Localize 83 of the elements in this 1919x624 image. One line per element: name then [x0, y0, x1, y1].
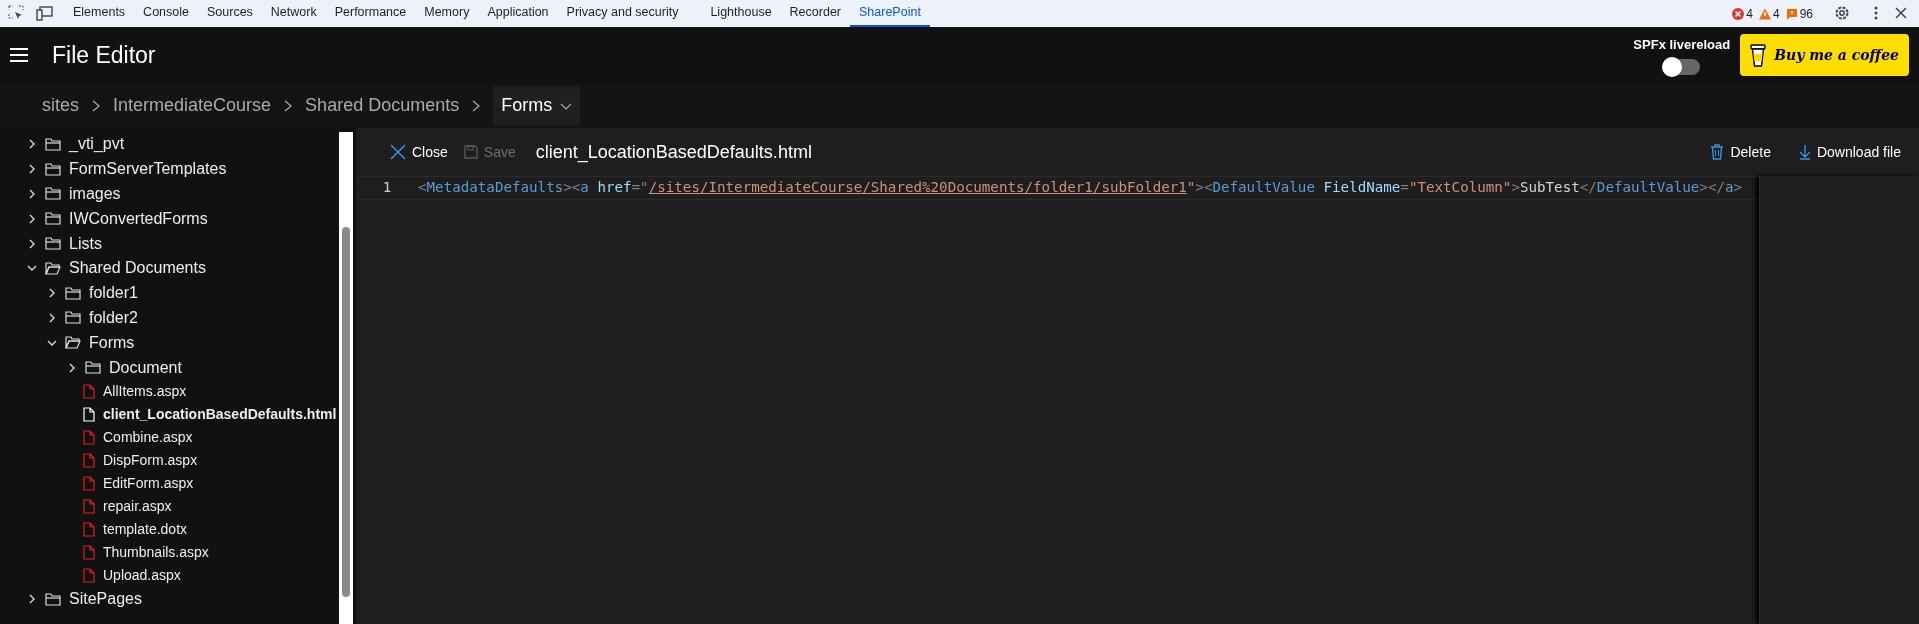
save-icon	[463, 145, 478, 159]
coffee-button[interactable]: Buy me a coffee	[1740, 34, 1909, 76]
chevron-right-icon[interactable]	[27, 164, 37, 175]
chevron-right-icon[interactable]	[27, 238, 37, 249]
livereload-label: SPFx livereload	[1633, 36, 1731, 55]
cup-icon	[1750, 42, 1767, 68]
chevron-right-icon[interactable]	[27, 213, 37, 224]
chevron-right-icon[interactable]	[47, 288, 57, 299]
close-icon	[390, 144, 406, 160]
devtools-tab[interactable]: Console	[134, 0, 198, 27]
error-icon	[1732, 7, 1745, 20]
inspect-icon[interactable]	[8, 5, 24, 21]
info-icon	[1785, 7, 1798, 20]
folder-icon	[85, 361, 101, 375]
tree-item[interactable]: Forms	[0, 330, 356, 356]
tree-item[interactable]: Combine.aspx	[0, 425, 356, 449]
open-folder-icon	[65, 336, 81, 350]
code-line: <MetadataDefaults><a href="/sites/IntermediateCourse/Shared%20Documents/folder1/subFolder1"><DefaultValue FieldName="TextColumn">SubTest</DefaultValue></a>	[418, 178, 1743, 198]
breadcrumb-item[interactable]: sites	[42, 86, 79, 125]
folder-icon	[45, 212, 61, 226]
download-button[interactable]: Download file	[1794, 141, 1905, 163]
scrollbar-thumb[interactable]	[342, 227, 350, 597]
folder-icon	[45, 137, 61, 151]
app-title: File Editor	[52, 40, 156, 70]
devtools-tab[interactable]: Application	[478, 0, 558, 27]
tree-item[interactable]: Thumbnails.aspx	[0, 540, 356, 564]
tree-item[interactable]: Document	[0, 355, 356, 380]
tree-item[interactable]: Lists	[0, 231, 356, 256]
devtools-tab[interactable]: Network	[261, 0, 326, 27]
tree-item[interactable]: folder1	[0, 280, 356, 306]
settings-icon[interactable]	[1833, 4, 1851, 22]
device-toolbar-icon[interactable]	[36, 5, 54, 21]
warning-icon	[1758, 7, 1771, 20]
scrollbar[interactable]	[339, 132, 353, 624]
tree-item[interactable]: EditForm.aspx	[0, 471, 356, 495]
menu-icon[interactable]	[10, 47, 28, 63]
delete-button[interactable]: Delete	[1706, 141, 1775, 163]
devtools-tab[interactable]: Lighthouse	[701, 0, 781, 27]
breadcrumb-item[interactable]: IntermediateCourse	[113, 86, 272, 125]
breadcrumb-item[interactable]: Forms	[493, 86, 581, 125]
breadcrumb-item[interactable]: Shared Documents	[305, 86, 460, 125]
warning-count: 4	[1772, 5, 1780, 23]
tree-item[interactable]: images	[0, 181, 356, 207]
devtools-tab[interactable]: Privacy and security	[557, 0, 688, 27]
chevron-right-icon[interactable]	[27, 189, 37, 199]
folder-icon	[45, 592, 61, 606]
chevron-right-icon[interactable]	[47, 312, 57, 323]
devtools-tab[interactable]: Sources	[198, 0, 262, 27]
tree-item[interactable]: folder2	[0, 305, 356, 331]
file-name: client_LocationBasedDefaults.html	[535, 140, 812, 165]
tree-item[interactable]: DispForm.aspx	[0, 448, 356, 472]
tree-item[interactable]: client_LocationBasedDefaults.html	[0, 402, 356, 426]
tree-item[interactable]: SitePages	[0, 586, 356, 612]
folder-icon	[65, 286, 81, 300]
error-count: 4	[1746, 5, 1753, 23]
tree-item[interactable]: repair.aspx	[0, 494, 356, 518]
folder-icon	[45, 187, 61, 201]
tree-item[interactable]: Upload.aspx	[0, 563, 356, 587]
more-icon[interactable]	[1873, 5, 1879, 21]
devtools-tab[interactable]: Recorder	[780, 0, 850, 27]
folder-icon	[45, 237, 61, 251]
folder-icon	[45, 162, 61, 176]
devtools-tab[interactable]: Memory	[415, 0, 479, 27]
line-number: 1	[381, 178, 393, 198]
download-icon	[1798, 144, 1811, 160]
tree-item[interactable]: Shared Documents	[0, 256, 356, 281]
chevron-right-icon[interactable]	[67, 362, 77, 373]
close-icon[interactable]	[1895, 7, 1907, 19]
open-folder-icon	[45, 261, 61, 275]
tree-item[interactable]: template.dotx	[0, 517, 356, 541]
tree-item[interactable]: FormServerTemplates	[0, 156, 356, 182]
folder-icon	[65, 311, 81, 325]
chevron-right-icon[interactable]	[27, 594, 37, 605]
devtools-tab[interactable]: Performance	[325, 0, 416, 27]
livereload-toggle[interactable]	[1663, 58, 1700, 75]
tree-item[interactable]: IWConvertedForms	[0, 206, 356, 232]
close-button[interactable]: Close	[386, 141, 452, 163]
chevron-right-icon[interactable]	[27, 139, 37, 150]
trash-icon	[1710, 144, 1725, 160]
devtools-tab[interactable]: Elements	[64, 0, 135, 27]
tree-item[interactable]: AllItems.aspx	[0, 379, 356, 403]
tree-item[interactable]: _vti_pvt	[0, 132, 356, 157]
info-count: 96	[1799, 5, 1813, 23]
